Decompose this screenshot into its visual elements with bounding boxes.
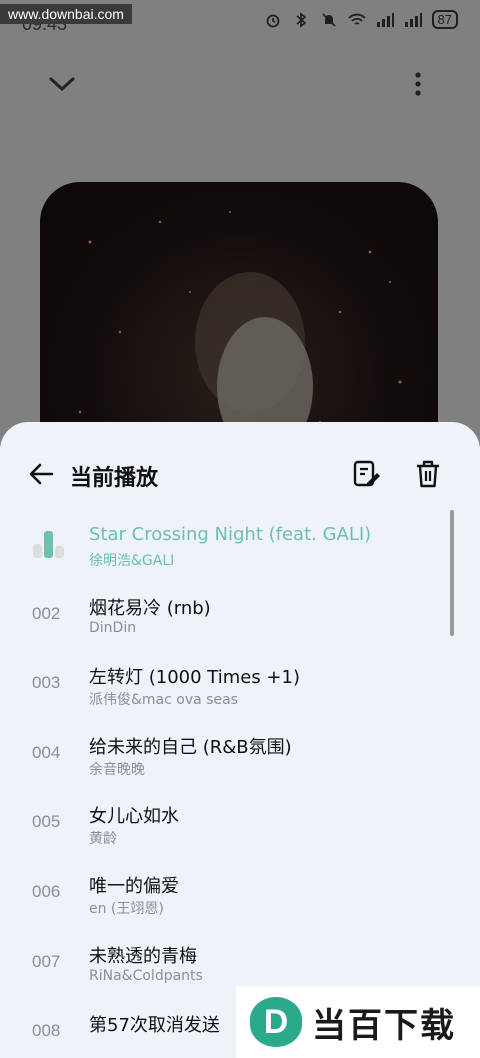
trash-icon[interactable]: [412, 458, 444, 490]
track-artist: 派伟俊&mac ova seas: [89, 692, 238, 709]
now-playing-icon: [30, 526, 66, 562]
signal-2-icon: [404, 11, 422, 29]
track-number: 007: [32, 951, 61, 971]
list-item[interactable]: 006 唯一的偏爱 en (王翊恩): [0, 860, 480, 930]
track-title: 唯一的偏爱: [89, 875, 179, 897]
edit-list-icon[interactable]: [350, 458, 382, 490]
site-logo-watermark: D 当百下载: [236, 986, 480, 1058]
status-icons: 87: [264, 10, 458, 29]
list-item[interactable]: 004 给未来的自己 (R&B氛围) 余音晚晚: [0, 721, 480, 791]
more-options-icon[interactable]: [400, 66, 436, 102]
track-title: Star Crossing Night (feat. GALI): [89, 524, 372, 545]
track-title: 给未来的自己 (R&B氛围): [89, 736, 292, 758]
track-number: 003: [32, 673, 61, 693]
site-watermark: www.downbai.com: [0, 4, 132, 24]
track-title: 未熟透的青梅: [89, 945, 197, 967]
track-number: 005: [32, 812, 61, 832]
bluetooth-icon: [292, 11, 310, 29]
collapse-chevron-icon[interactable]: [44, 66, 80, 102]
track-number: 002: [32, 603, 61, 623]
track-number: 008: [32, 1021, 61, 1041]
back-arrow-icon[interactable]: [26, 458, 58, 490]
logo-text: 当百下载: [312, 1005, 456, 1046]
list-item[interactable]: 003 左转灯 (1000 Times +1) 派伟俊&mac ova seas: [0, 651, 480, 721]
signal-1-icon: [376, 11, 394, 29]
mute-icon: [320, 11, 338, 29]
sheet-title: 当前播放: [70, 466, 159, 491]
track-artist: RiNa&Coldpants: [89, 967, 203, 984]
track-artist: 徐明浩&GALI: [89, 553, 175, 569]
list-item[interactable]: Star Crossing Night (feat. GALI) 徐明浩&GAL…: [0, 512, 480, 582]
wifi-icon: [347, 11, 366, 29]
track-title: 女儿心如水: [89, 806, 179, 828]
track-number: 004: [32, 742, 61, 762]
track-title: 左转灯 (1000 Times +1): [89, 667, 300, 689]
track-artist: 余音晚晚: [89, 761, 145, 778]
track-artist: 黄龄: [89, 831, 117, 848]
list-item[interactable]: 002 烟花易冷 (rnb) DinDin: [0, 582, 480, 652]
playlist: Star Crossing Night (feat. GALI) 徐明浩&GAL…: [0, 512, 480, 1058]
track-artist: en (王翊恩): [89, 900, 164, 917]
logo-badge: D: [250, 997, 302, 1047]
track-title: 第57次取消发送: [89, 1015, 220, 1037]
alarm-icon: [264, 11, 282, 29]
battery-level: 87: [431, 10, 458, 29]
track-title: 烟花易冷 (rnb): [89, 597, 211, 619]
list-item[interactable]: 005 女儿心如水 黄龄: [0, 790, 480, 860]
track-number: 006: [32, 881, 61, 901]
sheet-header: 当前播放: [0, 422, 480, 522]
current-playlist-sheet: 当前播放 Star Crossing Night (feat. GALI) 徐明…: [0, 422, 480, 1058]
track-artist: DinDin: [89, 619, 137, 636]
